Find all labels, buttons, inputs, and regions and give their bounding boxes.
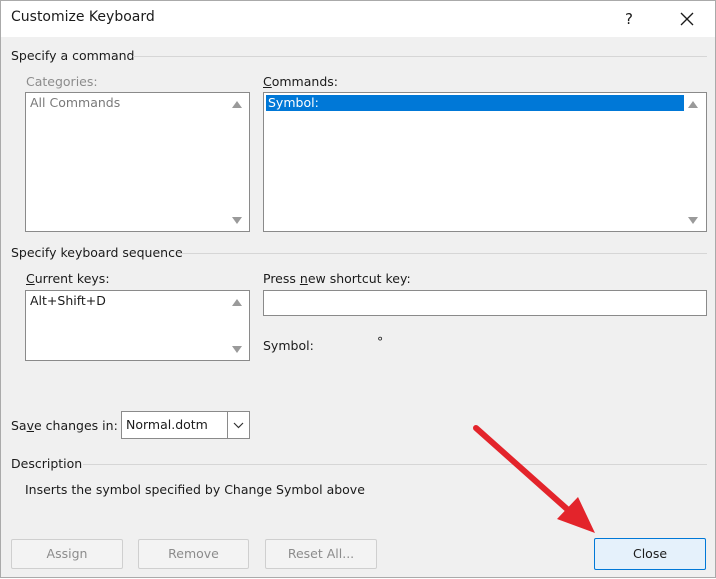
description-text: Inserts the symbol specified by Change S… <box>25 482 365 497</box>
categories-listbox[interactable]: All Commands <box>25 92 250 232</box>
scroll-up-arrow-icon[interactable] <box>232 299 242 306</box>
section-divider <box>177 253 707 254</box>
section-divider <box>133 56 707 57</box>
category-item[interactable]: All Commands <box>28 95 120 111</box>
assign-button[interactable]: Assign <box>11 539 123 569</box>
title-bar: Customize Keyboard ? <box>1 1 715 37</box>
commands-label: Commands: <box>263 74 338 89</box>
dropdown-arrow[interactable] <box>227 412 249 438</box>
scroll-up-arrow-icon[interactable] <box>688 101 698 108</box>
close-icon <box>680 12 694 26</box>
press-new-shortcut-label: Press new shortcut key: <box>263 271 411 286</box>
scroll-down-arrow-icon[interactable] <box>232 346 242 353</box>
commands-listbox[interactable]: Symbol: <box>263 92 707 232</box>
current-keys-listbox[interactable]: Alt+Shift+D <box>25 290 250 361</box>
command-item-selected[interactable]: Symbol: <box>266 95 684 111</box>
help-button[interactable]: ? <box>607 3 651 35</box>
save-changes-dropdown[interactable]: Normal.dotm <box>121 411 250 439</box>
scroll-down-arrow-icon[interactable] <box>688 217 698 224</box>
categories-label: Categories: <box>26 74 98 89</box>
scroll-up-arrow-icon[interactable] <box>232 101 242 108</box>
specify-keyboard-sequence-heading: Specify keyboard sequence <box>11 245 183 260</box>
symbol-label: Symbol: <box>263 338 314 353</box>
remove-button[interactable]: Remove <box>138 539 249 569</box>
section-divider <box>83 464 707 465</box>
close-button[interactable]: Close <box>594 538 706 570</box>
reset-all-button[interactable]: Reset All... <box>265 539 377 569</box>
save-changes-label: Save changes in: <box>11 418 118 433</box>
save-changes-selected: Normal.dotm <box>126 417 208 432</box>
specify-command-heading: Specify a command <box>11 48 135 63</box>
symbol-value: ° <box>377 334 384 349</box>
description-heading: Description <box>11 456 83 471</box>
press-new-shortcut-input[interactable] <box>263 290 707 316</box>
customize-keyboard-dialog: Customize Keyboard ? Specify a command C… <box>0 0 716 578</box>
window-title: Customize Keyboard <box>11 9 155 25</box>
close-window-button[interactable] <box>663 3 711 35</box>
current-keys-label: Current keys: <box>26 271 110 286</box>
current-key-item[interactable]: Alt+Shift+D <box>28 293 106 309</box>
chevron-down-icon <box>233 422 244 428</box>
scroll-down-arrow-icon[interactable] <box>232 217 242 224</box>
